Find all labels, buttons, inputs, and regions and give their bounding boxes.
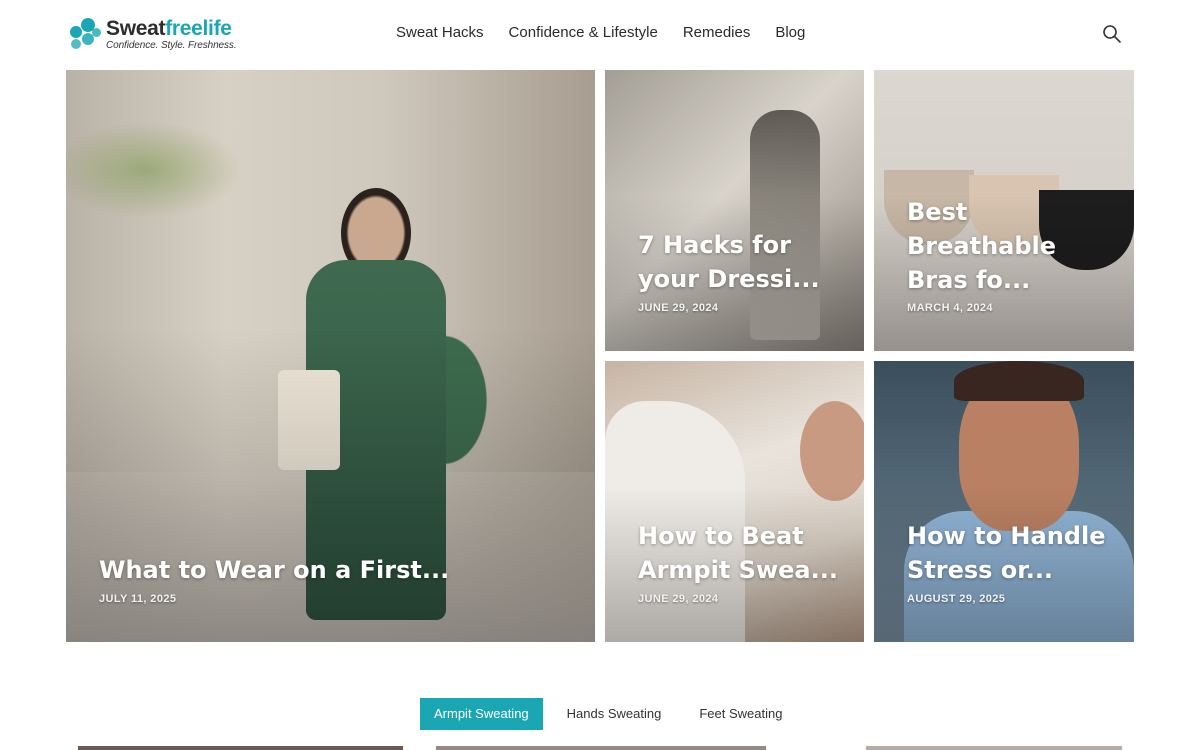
post-card[interactable]: 7 Hacks for your Dressi... JUNE 29, 2024: [605, 70, 864, 351]
logo-wordmark-freelife: freelife: [165, 16, 232, 40]
logo-wordmark-sweat: Sweat: [106, 16, 166, 40]
post-title[interactable]: Best Breathable Bras fo...: [907, 195, 1067, 297]
post-card[interactable]: Best Breathable Bras fo... MARCH 4, 2024: [874, 70, 1134, 351]
post-date: JUNE 29, 2024: [638, 302, 719, 314]
post-card[interactable]: How to Handle Stress or... AUGUST 29, 20…: [874, 361, 1134, 642]
tab-armpit-sweating[interactable]: Armpit Sweating: [420, 698, 543, 730]
next-row-image-edge: [436, 746, 766, 750]
post-image-man-face: [800, 401, 864, 501]
next-row-image-edge: [78, 746, 403, 750]
post-title[interactable]: How to Beat Armpit Swea...: [638, 519, 853, 587]
post-date: MARCH 4, 2024: [907, 302, 993, 314]
category-tabs: Armpit Sweating Hands Sweating Feet Swea…: [420, 698, 806, 730]
site-header: Sweatfreelife Confidence. Style. Freshne…: [0, 0, 1200, 70]
nav-item-blog[interactable]: Blog: [775, 24, 805, 41]
post-title[interactable]: 7 Hacks for your Dressi...: [638, 228, 838, 296]
post-image-hair: [954, 361, 1084, 401]
logo-wordmark: Sweatfreelife: [106, 18, 237, 39]
search-icon[interactable]: [1102, 24, 1122, 44]
post-card[interactable]: How to Beat Armpit Swea... JUNE 29, 2024: [605, 361, 864, 642]
nav-item-confidence-lifestyle[interactable]: Confidence & Lifestyle: [509, 24, 658, 41]
tab-hands-sweating[interactable]: Hands Sweating: [553, 698, 676, 730]
post-date: AUGUST 29, 2025: [907, 593, 1006, 605]
logo-tagline: Confidence. Style. Freshness.: [106, 39, 237, 51]
post-date: JULY 11, 2025: [99, 593, 177, 605]
post-date: JUNE 29, 2024: [638, 593, 719, 605]
next-row-image-edge: [866, 746, 1122, 750]
featured-post-card[interactable]: What to Wear on a First... JULY 11, 2025: [66, 70, 595, 642]
nav-item-remedies[interactable]: Remedies: [683, 24, 751, 41]
main-nav: Sweat Hacks Confidence & Lifestyle Remed…: [396, 24, 830, 41]
post-title[interactable]: How to Handle Stress or...: [907, 519, 1117, 587]
nav-item-sweat-hacks[interactable]: Sweat Hacks: [396, 24, 484, 41]
site-logo[interactable]: Sweatfreelife Confidence. Style. Freshne…: [68, 16, 237, 52]
logo-drops-icon: [68, 16, 102, 52]
post-title[interactable]: What to Wear on a First...: [99, 553, 569, 587]
tab-feet-sweating[interactable]: Feet Sweating: [685, 698, 796, 730]
